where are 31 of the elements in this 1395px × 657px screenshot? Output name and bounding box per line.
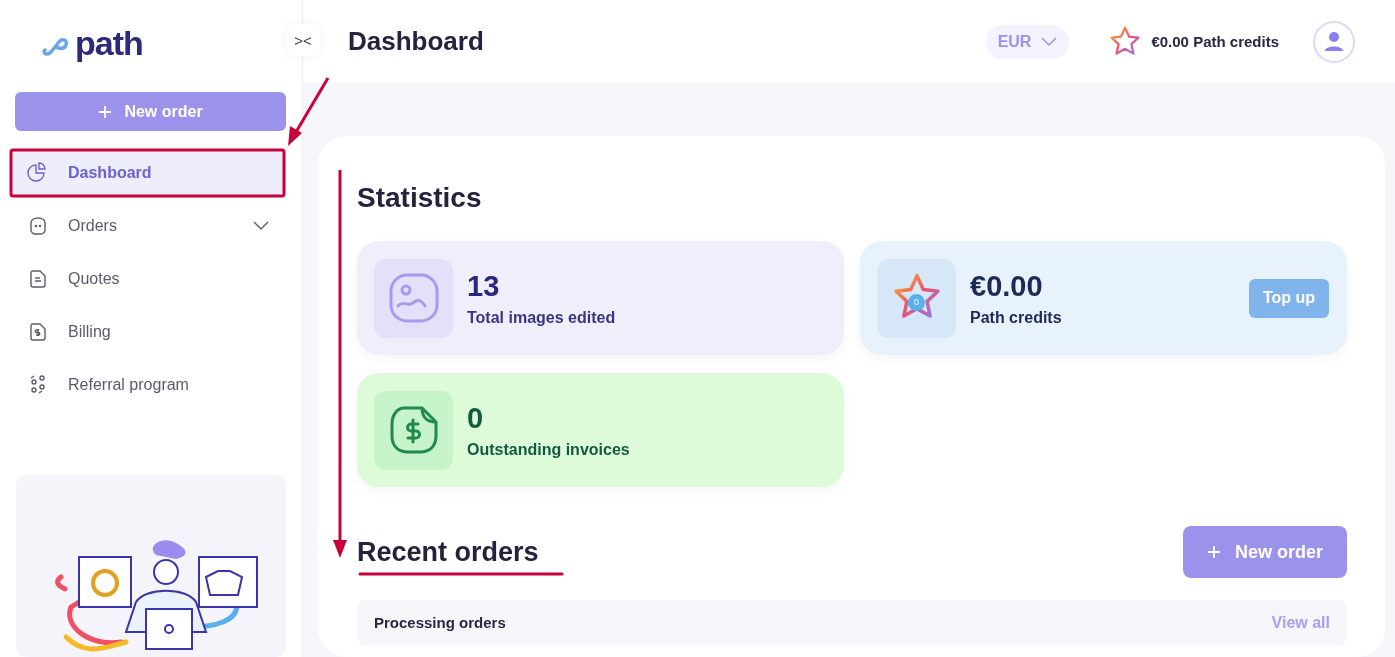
user-icon	[1324, 30, 1344, 53]
top-up-button[interactable]: Top up	[1248, 278, 1329, 318]
plus-icon	[1207, 545, 1221, 559]
count-badge: 0	[908, 293, 925, 311]
section-title: Recent orders	[357, 536, 539, 568]
stat-value: €0.00	[970, 269, 1044, 303]
logo-text: path	[75, 26, 143, 60]
credits-text: €0.00 Path credits	[1151, 33, 1279, 50]
chevron-icon	[1041, 36, 1058, 47]
annotation-arrow	[288, 77, 330, 146]
stat-value: 13	[467, 269, 501, 303]
stat-label: Total images edited	[467, 308, 617, 327]
collapse-button[interactable]: ><	[286, 24, 320, 56]
new-order-button[interactable]: New order	[15, 92, 286, 131]
chevron-icon	[253, 220, 269, 231]
stat-label: Path credits	[970, 308, 1063, 327]
nav-item[interactable]: Orders	[12, 203, 283, 248]
stat-value: 0	[467, 401, 485, 435]
avatar-button[interactable]	[1313, 20, 1355, 63]
nav-item[interactable]: Quotes	[12, 256, 283, 301]
nav-item[interactable]: Referral program	[12, 362, 283, 407]
new-order-button[interactable]: New order	[1183, 526, 1347, 578]
nav-item[interactable]: Dashboard	[12, 150, 283, 195]
section-label: Processing orders	[374, 614, 506, 631]
plus-icon	[98, 104, 113, 119]
section-title: Statistics	[357, 182, 483, 214]
stat-label: Outstanding invoices	[467, 440, 631, 459]
page-title: Dashboard	[348, 26, 485, 57]
nav-item[interactable]: Billing	[12, 309, 283, 354]
view-all-link[interactable]: View all	[1271, 613, 1330, 632]
currency-dropdown[interactable]: EUR	[985, 24, 1070, 59]
